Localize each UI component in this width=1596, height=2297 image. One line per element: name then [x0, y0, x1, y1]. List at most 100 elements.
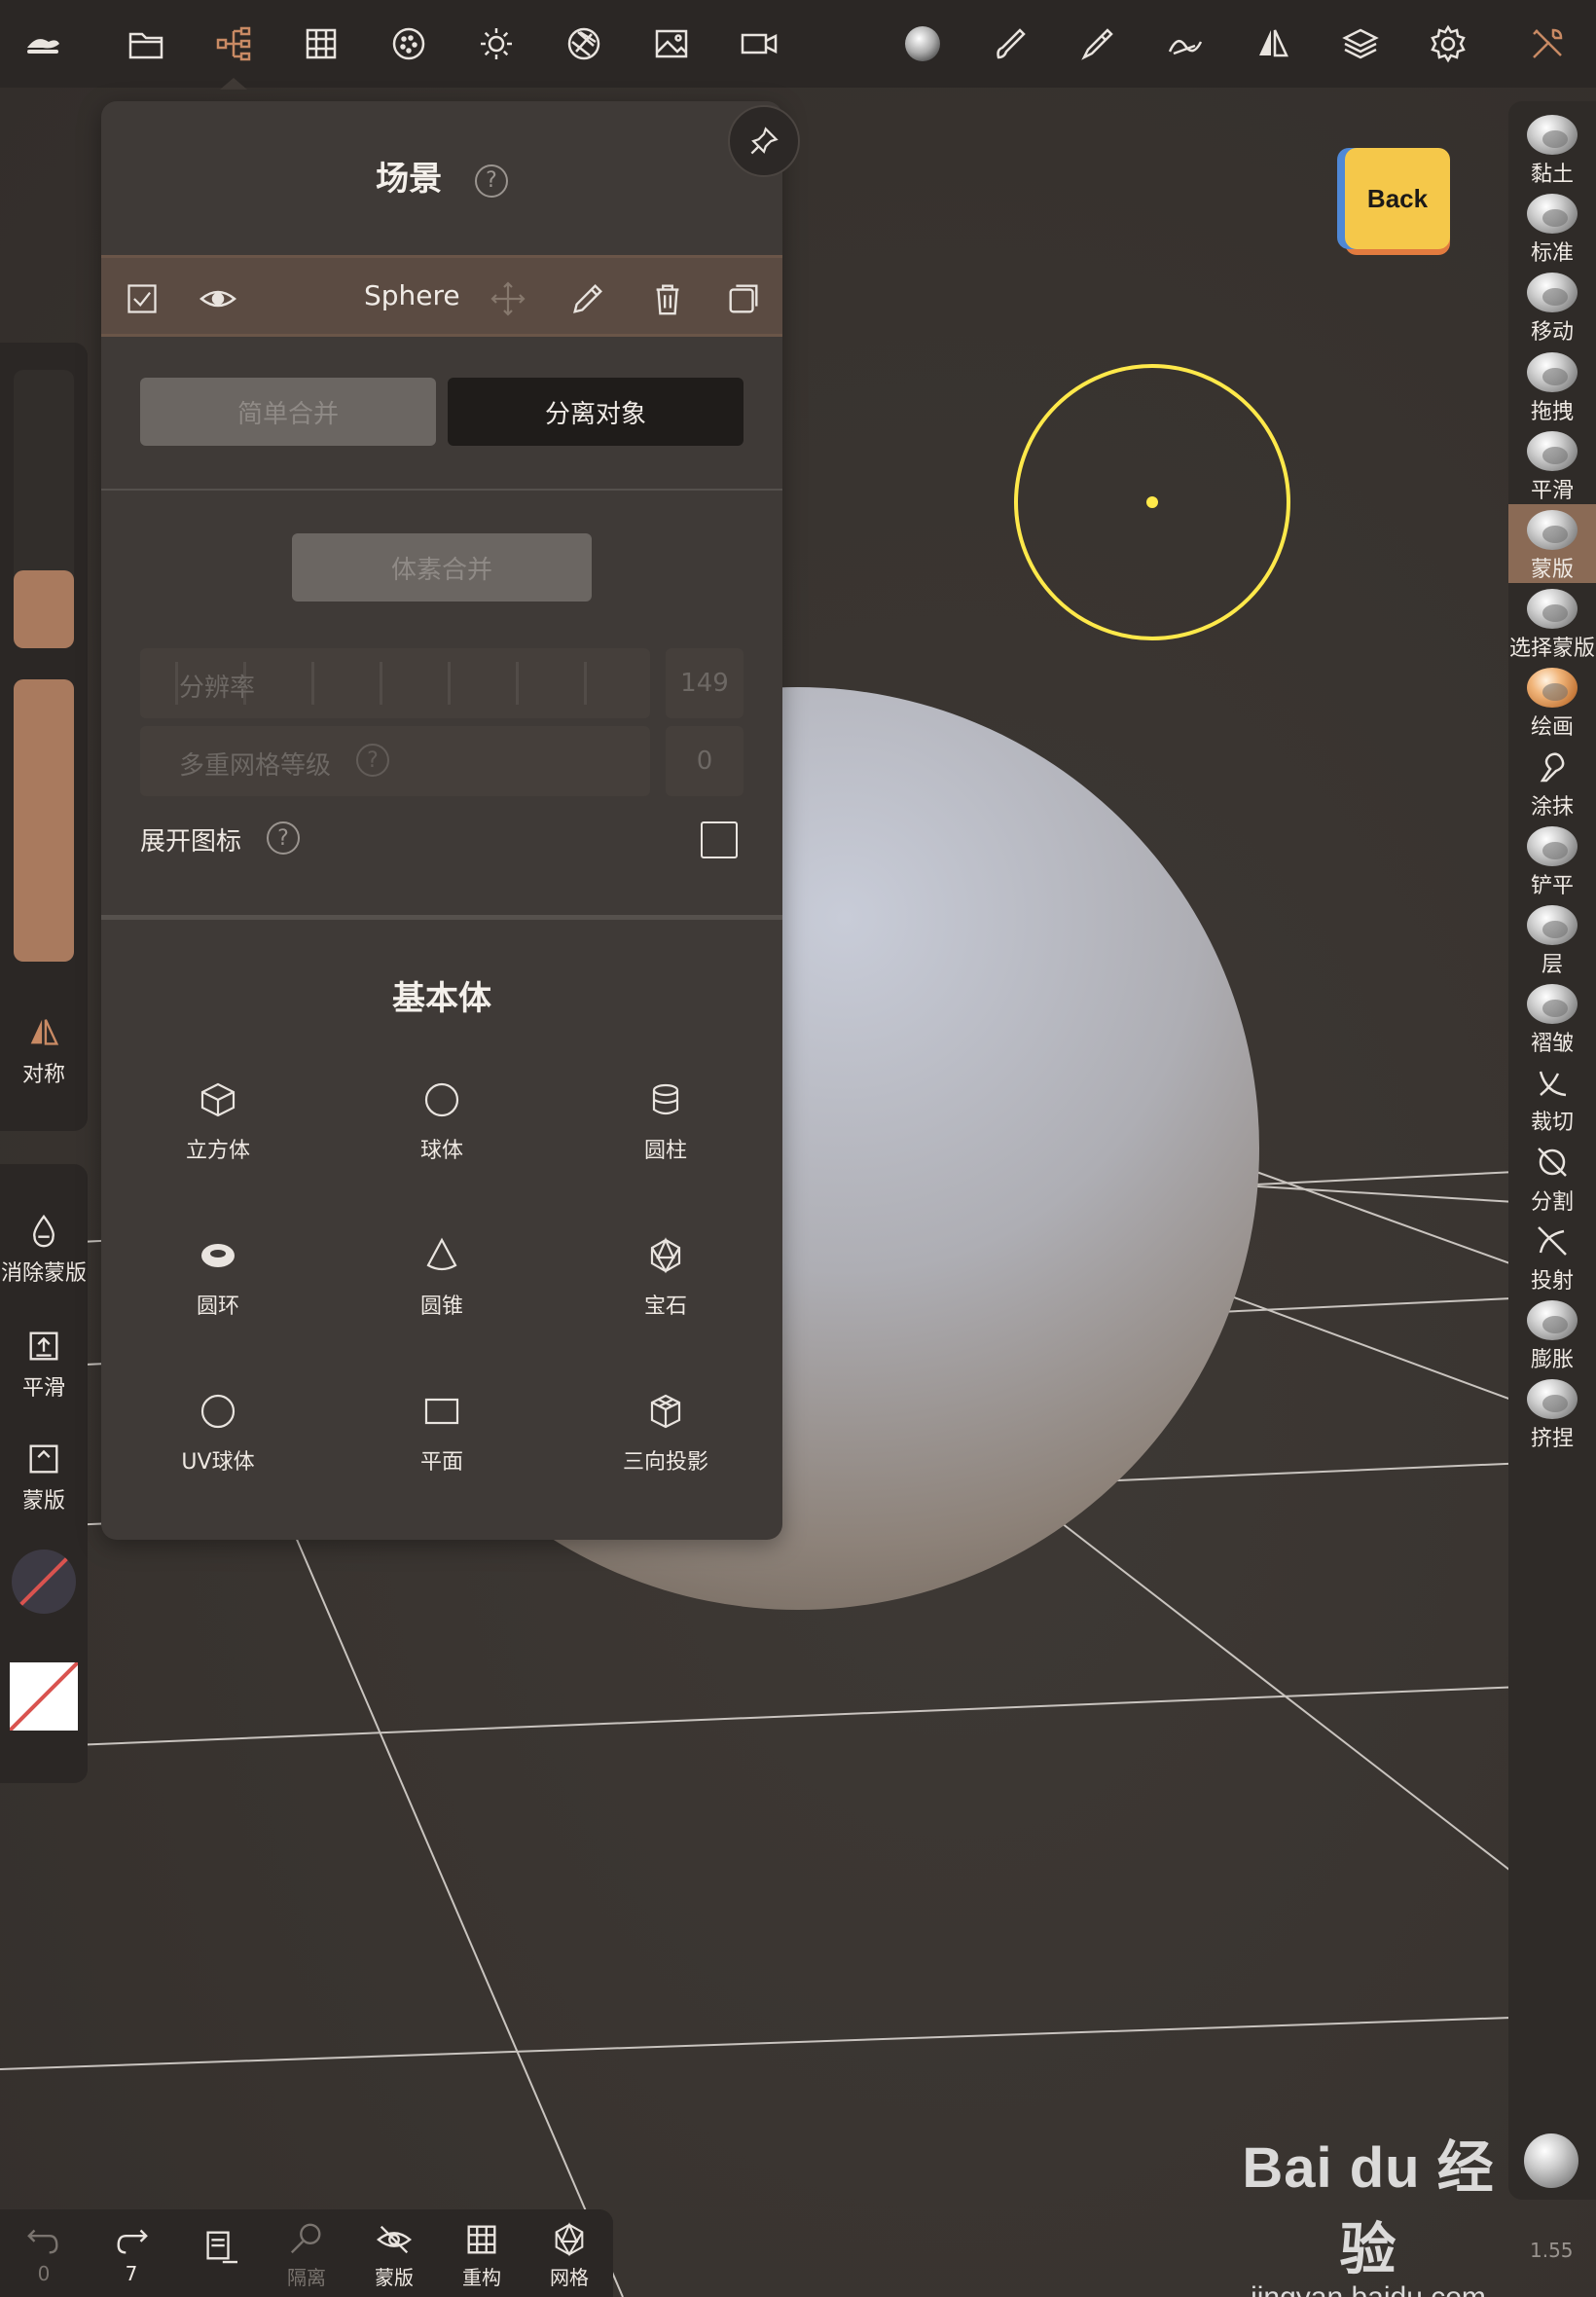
rename-object-button[interactable]	[566, 277, 609, 320]
primitive-cylinder[interactable]: 圆柱	[568, 1080, 763, 1197]
wireframe-button[interactable]: 网格	[526, 2221, 613, 2290]
clear-mask-button[interactable]: 消除蒙版	[0, 1213, 88, 1287]
layers-icon[interactable]	[1331, 15, 1390, 73]
material-icon[interactable]	[380, 15, 438, 73]
eye-icon	[200, 290, 236, 308]
tool-layer[interactable]: 层	[1508, 899, 1596, 978]
more-tools-ball-icon[interactable]	[1524, 2133, 1578, 2188]
symmetry-icon[interactable]	[1244, 15, 1302, 73]
nomad-logo-icon[interactable]	[14, 15, 72, 73]
aperture-icon[interactable]	[555, 15, 613, 73]
resolution-slider[interactable]: 分辨率	[140, 648, 650, 718]
delete-object-button[interactable]	[646, 277, 689, 320]
grid-icon[interactable]	[292, 15, 350, 73]
tool-standard[interactable]: 标准	[1508, 188, 1596, 267]
torus-icon	[201, 1244, 235, 1267]
top-toolbar	[0, 0, 1596, 90]
light-icon[interactable]	[467, 15, 526, 73]
smudge-icon	[1525, 747, 1579, 787]
move-object-button[interactable]	[487, 277, 529, 320]
multires-help-icon[interactable]: ?	[356, 744, 389, 777]
tool-paint[interactable]: 绘画	[1508, 662, 1596, 741]
standard-icon	[1527, 194, 1578, 235]
isolate-button[interactable]: 隔离	[263, 2221, 350, 2290]
tool-project[interactable]: 投射	[1508, 1216, 1596, 1294]
symmetry-toggle[interactable]: 对称	[0, 1014, 88, 1088]
material-swatch[interactable]	[12, 1550, 76, 1614]
voxel-merge-button[interactable]: 体素合并	[292, 533, 592, 602]
tool-drag[interactable]: 拖拽	[1508, 346, 1596, 425]
object-row[interactable]: Sphere	[101, 255, 782, 337]
color-swatch[interactable]	[10, 1662, 78, 1731]
scene-title-text: 场景	[376, 160, 443, 199]
stroke-icon[interactable]	[1156, 15, 1215, 73]
triplanar-icon	[650, 1394, 681, 1429]
simple-merge-button[interactable]: 简单合并	[140, 378, 436, 446]
duplicate-object-button[interactable]	[722, 277, 765, 320]
tool-trim[interactable]: 裁切	[1508, 1057, 1596, 1136]
history-menu-button[interactable]	[175, 2227, 263, 2264]
settings-icon[interactable]	[1419, 15, 1477, 73]
brush-icon[interactable]	[981, 15, 1039, 73]
tool-split[interactable]: 分割	[1508, 1137, 1596, 1216]
help-icon[interactable]: ?	[474, 164, 508, 198]
primitive-cone[interactable]: 圆锥	[345, 1236, 539, 1353]
multires-slider[interactable]: 多重网格等级 ?	[140, 726, 650, 796]
folder-icon[interactable]	[117, 15, 175, 73]
notebook-icon	[206, 2231, 237, 2264]
view-cube[interactable]: Back	[1345, 148, 1450, 249]
primitive-sphere[interactable]: 球体	[345, 1080, 539, 1197]
tool-label: 平滑	[1530, 478, 1574, 503]
sharpen-mask-button[interactable]: 蒙版	[0, 1440, 88, 1514]
intensity-slider[interactable]	[14, 679, 74, 962]
primitive-plane[interactable]: 平面	[345, 1392, 539, 1509]
grid-icon	[467, 2225, 496, 2254]
expand-icons-checkbox[interactable]	[701, 821, 738, 858]
remesh-button[interactable]: 重构	[438, 2221, 526, 2290]
tool-flatten[interactable]: 铲平	[1508, 820, 1596, 899]
matcap-ball-icon[interactable]	[893, 15, 952, 73]
tool-mask[interactable]: 蒙版	[1508, 504, 1596, 583]
tool-smooth[interactable]: 平滑	[1508, 425, 1596, 504]
tool-clay[interactable]: 黏土	[1508, 109, 1596, 188]
object-select-checkbox[interactable]	[121, 277, 163, 320]
expand-icons-help-icon[interactable]: ?	[267, 821, 300, 855]
left-mask-panel: 消除蒙版 平滑 蒙版	[0, 1164, 88, 1783]
redo-button[interactable]: 7	[88, 2221, 175, 2285]
tool-label: 裁切	[1530, 1111, 1574, 1136]
mask-label: 蒙版	[21, 1489, 65, 1513]
resolution-value[interactable]: 149	[666, 648, 744, 718]
dropper-icon[interactable]	[1069, 15, 1127, 73]
primitive-label: UV球体	[181, 1450, 255, 1475]
smooth-mask-button[interactable]: 平滑	[0, 1328, 88, 1402]
scene-tree-icon[interactable]	[204, 15, 263, 73]
separate-object-button[interactable]: 分离对象	[448, 378, 744, 446]
primitive-uv-sphere[interactable]: UV球体	[121, 1392, 315, 1509]
active-tab-caret	[220, 78, 247, 90]
radius-slider[interactable]	[14, 370, 74, 648]
gem-icon	[650, 1237, 681, 1274]
multires-value[interactable]: 0	[666, 726, 744, 796]
visibility-toggle[interactable]	[197, 277, 239, 320]
tool-select-mask[interactable]: 选择蒙版	[1508, 583, 1596, 662]
pin-button[interactable]	[728, 105, 800, 177]
tool-crease[interactable]: 褶皱	[1508, 978, 1596, 1057]
tool-inflate[interactable]: 膨胀	[1508, 1294, 1596, 1373]
tools-icon[interactable]	[1518, 15, 1577, 73]
image-icon[interactable]	[642, 15, 701, 73]
tool-pinch[interactable]: 挤捏	[1508, 1373, 1596, 1452]
primitive-triplanar[interactable]: 三向投影	[568, 1392, 763, 1509]
camera-icon[interactable]	[730, 15, 788, 73]
tool-move[interactable]: 移动	[1508, 267, 1596, 346]
resolution-label: 分辨率	[179, 674, 256, 703]
undo-button[interactable]: 0	[0, 2221, 88, 2285]
pencil-icon	[573, 284, 602, 313]
hide-mask-button[interactable]: 蒙版	[350, 2221, 438, 2290]
clay-icon	[1527, 115, 1578, 155]
section-divider	[101, 915, 782, 920]
primitive-gem[interactable]: 宝石	[568, 1236, 763, 1353]
object-name[interactable]: Sphere	[364, 279, 460, 311]
primitive-cube[interactable]: 立方体	[121, 1080, 315, 1197]
primitive-torus[interactable]: 圆环	[121, 1236, 315, 1353]
tool-smudge[interactable]: 涂抹	[1508, 742, 1596, 820]
